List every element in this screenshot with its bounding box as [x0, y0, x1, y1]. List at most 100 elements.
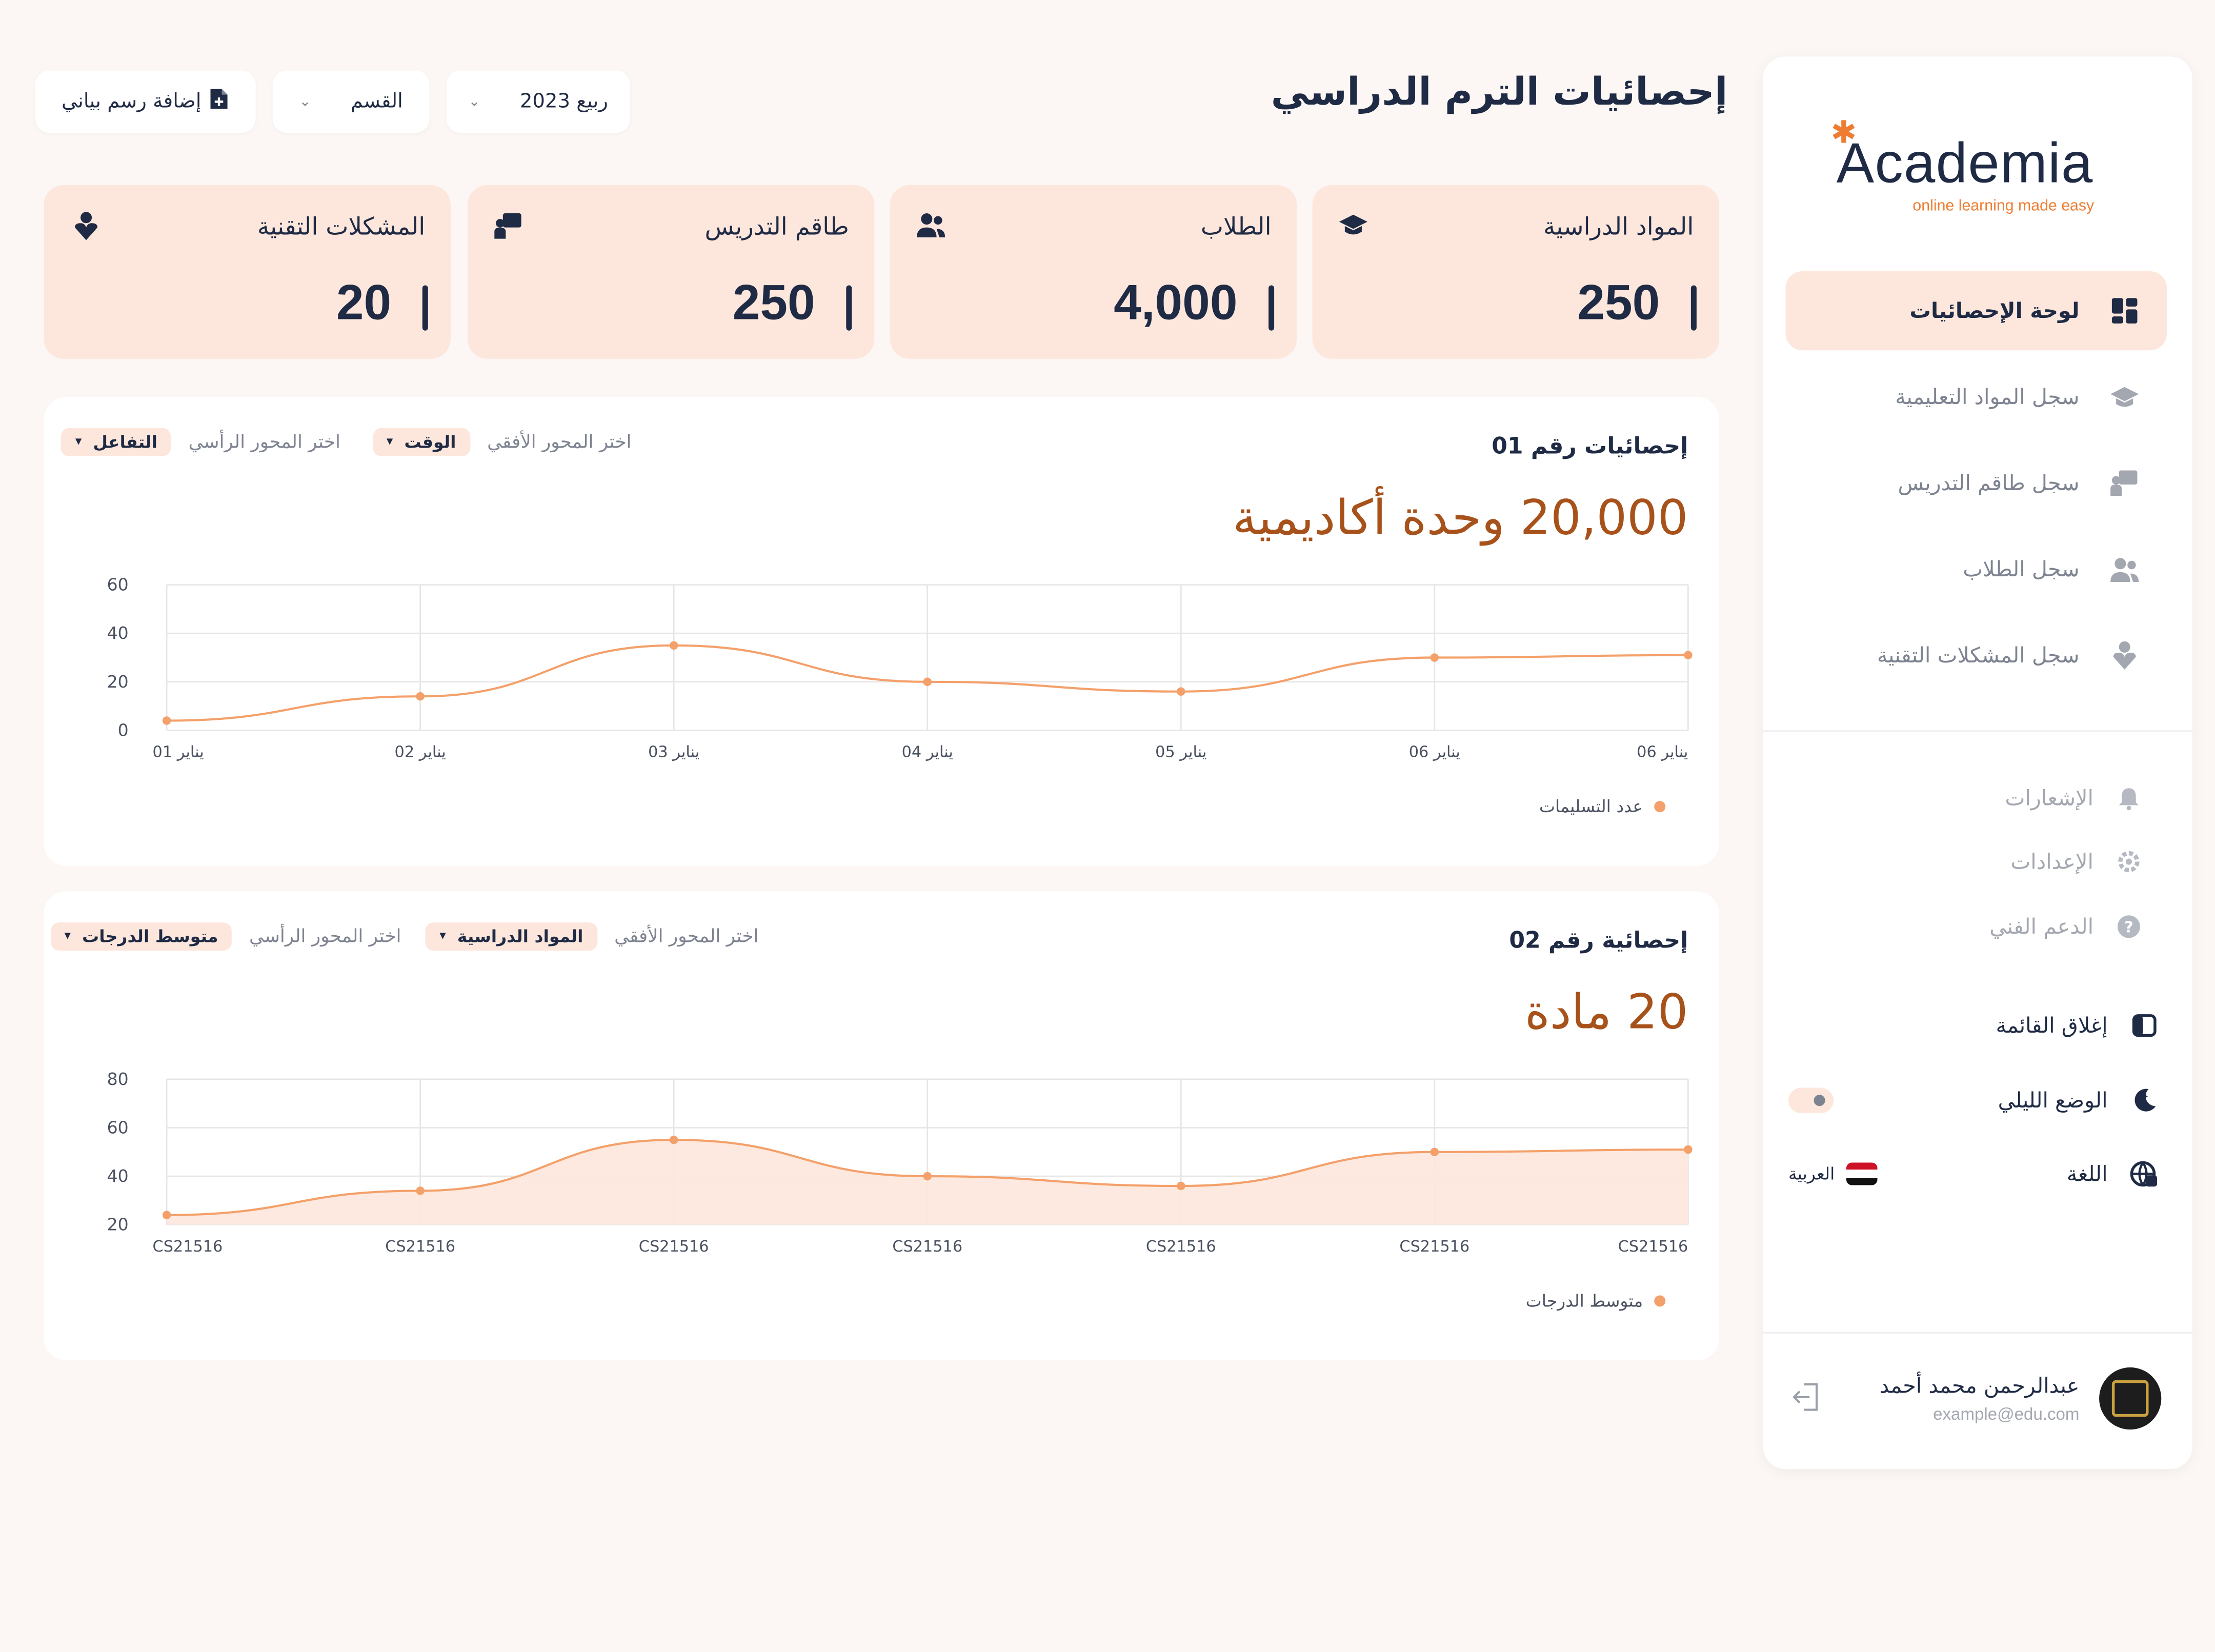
toggle-knob — [1814, 1095, 1825, 1106]
bell-icon — [2113, 782, 2145, 814]
x-tick-label: CS21516 — [385, 1238, 455, 1256]
logout-icon[interactable] — [1788, 1379, 1825, 1416]
add-chart-icon — [210, 88, 230, 116]
x-tick-label: 02 يناير — [395, 743, 446, 761]
svg-text:✦: ✦ — [2143, 1093, 2149, 1101]
sidebar-item-label: الإعدادات — [2010, 849, 2094, 875]
sidebar-item-settings[interactable]: الإعدادات — [2010, 842, 2144, 881]
graduation-cap-icon — [2105, 377, 2144, 417]
sidebar-item-label: سجل طاقم التدريس — [1898, 470, 2080, 496]
sidebar-item-teachers[interactable]: سجل طاقم التدريس — [1785, 444, 2167, 522]
sidebar-item-issues[interactable]: سجل المشكلات التقنية — [1785, 616, 2167, 695]
stat-value: 4,000 — [1114, 275, 1238, 331]
sidebar-item-label: الدعم الفني — [1989, 914, 2094, 940]
y-tick-label: 40 — [107, 623, 129, 643]
academia-logo[interactable]: ✱ Academia online learning made easy — [1825, 90, 2122, 232]
stat-title: الطلاب — [1200, 213, 1272, 242]
gear-icon — [2113, 846, 2145, 877]
sidebar-item-notifications[interactable]: الإشعارات — [2005, 778, 2144, 818]
teacher-icon — [493, 211, 525, 242]
sidebar-item-label: لوحة الإحصائيات — [1909, 298, 2080, 324]
language-select[interactable]: العربية — [1788, 1162, 1877, 1185]
y-tick-label: 80 — [107, 1069, 129, 1089]
night-mode-label: الوضع الليلي — [1998, 1087, 2108, 1114]
night-mode-row: ✦ الوضع الليلي — [1788, 1078, 2161, 1123]
sidebar-item-label: سجل المواد التعليمية — [1895, 384, 2080, 410]
data-point — [1176, 1181, 1185, 1191]
sidebar-divider — [1763, 1332, 2192, 1334]
user-email: example@edu.com — [1933, 1404, 2080, 1424]
x-tick-label: CS21516 — [1399, 1238, 1469, 1256]
data-point — [669, 1135, 678, 1144]
chart-legend: عدد التسليمات — [1539, 796, 1666, 817]
user-profile[interactable]: عبدالرحمن محمد أحمد example@edu.com — [1788, 1364, 2162, 1432]
stat-value: 20 — [336, 275, 392, 331]
collapse-menu-row[interactable]: إغلاق القائمة — [1788, 1003, 2161, 1048]
x-tick-label: 03 يناير — [648, 743, 699, 761]
x-tick-label: CS21516 — [1146, 1238, 1216, 1256]
data-point — [1430, 653, 1439, 662]
stat-card-courses[interactable]: المواد الدراسية 250 — [1312, 185, 1719, 359]
issue-icon — [69, 211, 100, 242]
term-select[interactable]: ربيع 2023 ⌄ — [446, 70, 630, 133]
data-point — [416, 692, 425, 701]
add-chart-button[interactable]: إضافة رسم بياني — [35, 70, 256, 133]
data-point — [1684, 1145, 1693, 1154]
legend-label: عدد التسليمات — [1539, 796, 1643, 817]
x-tick-label: 01 يناير — [153, 743, 204, 761]
add-chart-label: إضافة رسم بياني — [61, 90, 202, 113]
data-point — [1684, 651, 1693, 660]
egypt-flag-icon — [1846, 1162, 1877, 1185]
sidebar-item-support[interactable]: ? الدعم الفني — [1989, 907, 2144, 946]
sidebar-item-courses[interactable]: سجل المواد التعليمية — [1785, 357, 2167, 436]
department-select[interactable]: القسم ⌄ — [272, 70, 430, 133]
y-tick-label: 40 — [107, 1166, 129, 1186]
stat-title: طاقم التدريس — [704, 213, 849, 242]
x-tick-label: 05 يناير — [1155, 743, 1206, 761]
data-point — [923, 1172, 932, 1181]
y-tick-label: 60 — [107, 575, 129, 595]
legend-label: متوسط الدرجات — [1525, 1291, 1643, 1311]
teacher-icon — [2105, 464, 2144, 503]
data-point — [162, 716, 171, 725]
students-icon — [915, 211, 947, 242]
x-tick-label: 06 يناير — [1409, 743, 1460, 761]
logo-tagline: online learning made easy — [1912, 197, 2095, 215]
stat-title: المشكلات التقنية — [257, 213, 426, 242]
sidebar-item-dashboard[interactable]: لوحة الإحصائيات — [1785, 271, 2167, 351]
line-chart: 0 20 40 60 01 يناير 02 يناير 03 يناير 04 يناير 0… — [107, 575, 1693, 761]
department-select-value: القسم — [350, 90, 403, 113]
students-icon — [2105, 550, 2144, 589]
legend-swatch — [1654, 801, 1666, 813]
stat-card-teachers[interactable]: طاقم التدريس 250 — [467, 185, 875, 359]
logo-wordmark: Academia — [1836, 132, 2093, 195]
chevron-down-icon: ⌄ — [468, 94, 480, 110]
help-icon: ? — [2113, 911, 2145, 942]
sidebar-item-label: الإشعارات — [2005, 785, 2094, 811]
chart-panel-1: إحصائيات رقم 01 اختر المحور الأفقي الوقت… — [44, 397, 1719, 866]
avatar — [2099, 1367, 2162, 1430]
language-globe-icon — [2127, 1157, 2161, 1191]
y-tick-label: 20 — [107, 1215, 129, 1235]
stat-value: 250 — [1577, 275, 1660, 331]
moon-icon: ✦ — [2127, 1083, 2161, 1117]
x-tick-label: 06 يناير — [1637, 743, 1688, 761]
language-row: اللغة العربية — [1788, 1151, 2161, 1196]
stat-accent-bar — [846, 285, 852, 331]
x-tick-label: 04 يناير — [902, 743, 953, 761]
sidebar-item-students[interactable]: سجل الطلاب — [1785, 530, 2167, 609]
chart-panel-2: إحصائية رقم 02 اختر المحور الأفقي المواد… — [44, 891, 1719, 1361]
data-point — [923, 677, 932, 687]
night-mode-toggle[interactable] — [1788, 1087, 1834, 1114]
stat-accent-bar — [422, 285, 428, 331]
area-chart: 20 40 60 80 CS21516 CS21516 CS21516 CS21516 CS21… — [107, 1069, 1693, 1256]
issue-icon — [2105, 636, 2144, 675]
svg-text:?: ? — [2124, 918, 2133, 936]
sidebar-item-label: سجل الطلاب — [1963, 556, 2080, 582]
term-select-value: ربيع 2023 — [519, 90, 608, 113]
legend-swatch — [1654, 1295, 1666, 1307]
stat-accent-bar — [1690, 285, 1697, 331]
stat-card-issues[interactable]: المشكلات التقنية 20 — [44, 185, 451, 359]
stat-card-students[interactable]: الطلاب 4,000 — [890, 185, 1297, 359]
stat-value: 250 — [732, 275, 815, 331]
